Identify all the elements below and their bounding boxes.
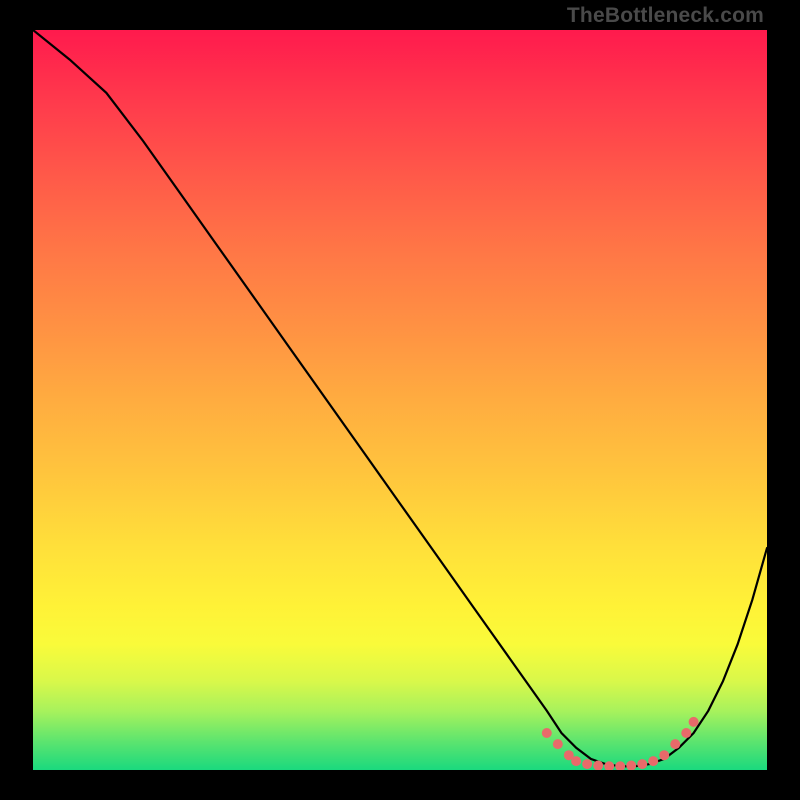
chart-stage: TheBottleneck.com [0, 0, 800, 800]
highlight-dot [681, 728, 691, 738]
highlight-dot [571, 756, 581, 766]
highlight-dot [615, 761, 625, 770]
highlight-dot [553, 739, 563, 749]
highlight-dot [689, 717, 699, 727]
highlight-dot [670, 739, 680, 749]
bottleneck-curve-path [33, 30, 767, 766]
highlight-dot [626, 761, 636, 770]
highlight-dot [659, 750, 669, 760]
highlight-dot [542, 728, 552, 738]
curve-svg [33, 30, 767, 770]
highlight-dots-group [542, 717, 699, 770]
plot-area [33, 30, 767, 770]
watermark-label: TheBottleneck.com [567, 4, 764, 28]
highlight-dot [582, 759, 592, 769]
highlight-dot [648, 756, 658, 766]
highlight-dot [637, 759, 647, 769]
highlight-dot [604, 761, 614, 770]
